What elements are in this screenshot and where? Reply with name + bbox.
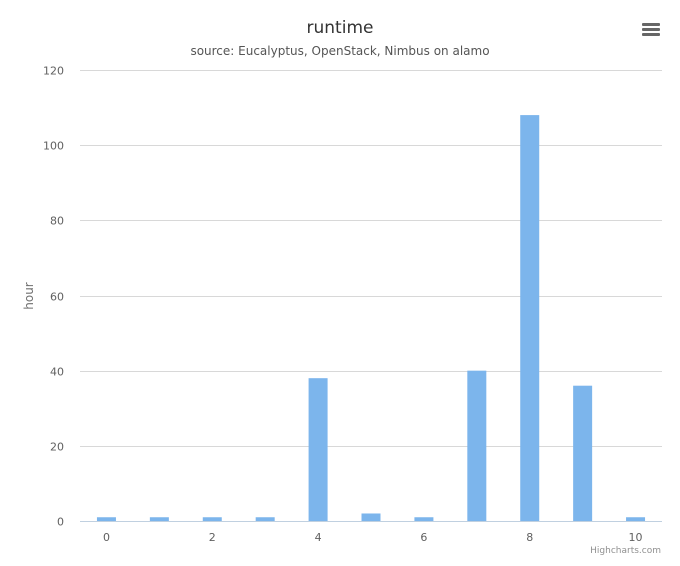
y-tick-label: 40 (50, 366, 64, 379)
x-tick-label: 4 (315, 531, 322, 544)
y-axis-tick-labels: 0 20 40 60 80 100 120 (43, 65, 64, 529)
credits-link[interactable]: Highcharts.com (590, 546, 661, 556)
chart-subtitle: source: Eucalyptus, OpenStack, Nimbus on… (190, 44, 489, 58)
bar-3[interactable] (255, 517, 275, 521)
x-tick-label: 0 (103, 531, 110, 544)
export-menu-button[interactable] (642, 23, 660, 36)
y-axis-title: hour (22, 282, 36, 310)
bar-2[interactable] (202, 517, 222, 521)
y-tick-label: 120 (43, 65, 64, 78)
x-axis-tick-labels: 0 2 4 6 8 10 (103, 531, 643, 544)
bars (96, 115, 646, 521)
y-tick-label: 60 (50, 291, 64, 304)
y-tick-label: 100 (43, 140, 64, 153)
bar-0[interactable] (96, 517, 116, 521)
x-tick-label: 6 (420, 531, 427, 544)
chart: runtime source: Eucalyptus, OpenStack, N… (22, 18, 662, 556)
bar-10[interactable] (626, 517, 646, 521)
hamburger-menu-icon (642, 23, 660, 36)
bar-8[interactable] (520, 115, 540, 521)
bar-6[interactable] (414, 517, 434, 521)
bar-7[interactable] (467, 370, 487, 521)
x-tick-label: 10 (629, 531, 643, 544)
y-tick-label: 0 (57, 516, 64, 529)
y-tick-label: 80 (50, 215, 64, 228)
x-tick-label: 2 (209, 531, 216, 544)
chart-title: runtime (307, 18, 374, 38)
x-tick-label: 8 (526, 531, 533, 544)
bar-9[interactable] (573, 385, 593, 521)
bar-4[interactable] (308, 378, 328, 521)
bar-5[interactable] (361, 513, 381, 521)
bar-1[interactable] (149, 517, 169, 521)
y-tick-label: 20 (50, 441, 64, 454)
